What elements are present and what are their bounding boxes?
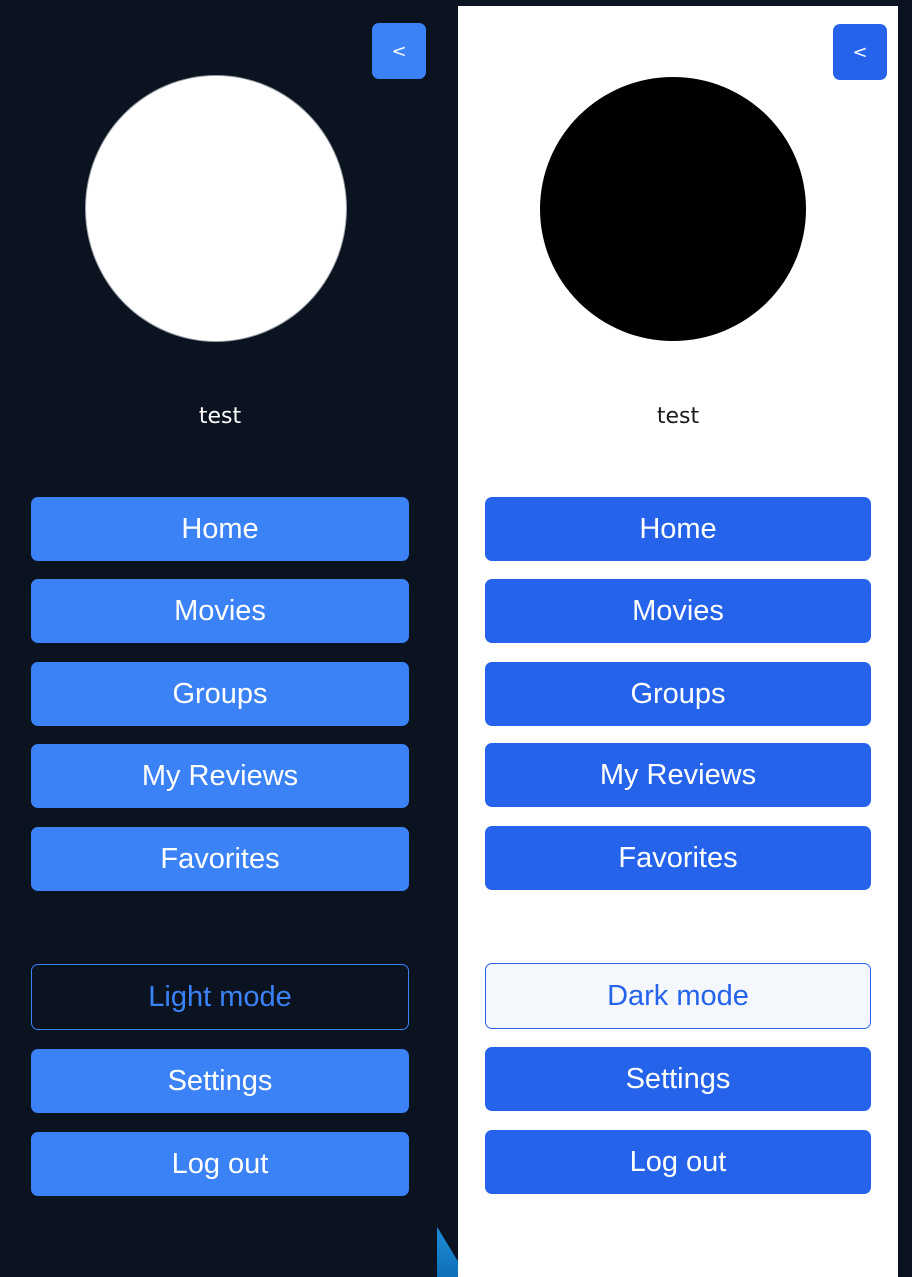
- nav-home-button[interactable]: Home: [485, 497, 871, 561]
- avatar: [85, 75, 347, 342]
- settings-button[interactable]: Settings: [31, 1049, 409, 1113]
- nav-favorites-button[interactable]: Favorites: [485, 826, 871, 890]
- nav-favorites-button[interactable]: Favorites: [31, 827, 409, 891]
- theme-toggle-button[interactable]: Light mode: [31, 964, 409, 1030]
- avatar: [540, 77, 806, 341]
- nav-home-button[interactable]: Home: [31, 497, 409, 561]
- settings-button[interactable]: Settings: [485, 1047, 871, 1111]
- logout-button[interactable]: Log out: [485, 1130, 871, 1194]
- nav-movies-button[interactable]: Movies: [485, 579, 871, 643]
- username: test: [656, 404, 700, 429]
- nav-groups-button[interactable]: Groups: [485, 662, 871, 726]
- nav-movies-button[interactable]: Movies: [31, 579, 409, 643]
- collapse-sidebar-button[interactable]: <: [372, 23, 426, 79]
- background-accent-shape: [436, 1225, 458, 1277]
- logout-button[interactable]: Log out: [31, 1132, 409, 1196]
- sidebar-dark-theme: < test Home Movies Groups My Reviews Fav…: [0, 0, 437, 1277]
- nav-my-reviews-button[interactable]: My Reviews: [31, 744, 409, 808]
- sidebar-light-theme: < test Home Movies Groups My Reviews Fav…: [458, 6, 898, 1277]
- nav-my-reviews-button[interactable]: My Reviews: [485, 743, 871, 807]
- collapse-sidebar-button[interactable]: <: [833, 24, 887, 80]
- theme-toggle-button[interactable]: Dark mode: [485, 963, 871, 1029]
- nav-groups-button[interactable]: Groups: [31, 662, 409, 726]
- username: test: [198, 404, 242, 429]
